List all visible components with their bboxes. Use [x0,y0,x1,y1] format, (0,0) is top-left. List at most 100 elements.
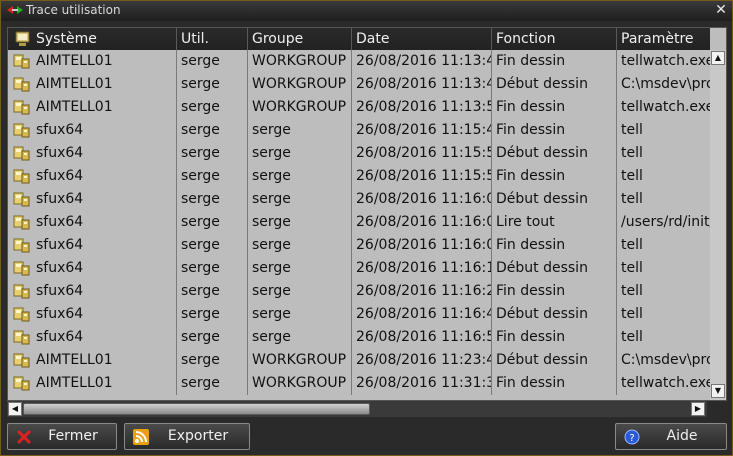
cell-parameter: tell [617,142,710,165]
cell-parameter: C:\msdev\proj [617,349,710,372]
cell-parameter: tell [617,280,710,303]
cell-function: Début dessin [492,142,617,165]
cell-parameter: tell [617,119,710,142]
cell-text: /users/rd/init/i [621,214,710,230]
cell-system: AIMTELL01 [8,73,177,96]
scroll-up-button[interactable]: ▲ [711,51,725,65]
cell-text: serge [181,329,220,345]
usage-grid[interactable]: Système Util. Groupe Date Fonction Param… [7,27,727,401]
table-row[interactable]: sfux64 serge serge 26/08/2016 11:16:06 Lire … [8,211,710,234]
cell-group: WORKGROUP [248,349,352,372]
cell-function: Fin dessin [492,372,617,395]
cell-text: sfux64 [36,306,84,322]
cell-user: serge [177,280,248,303]
scroll-left-button[interactable]: ◀ [8,402,22,416]
cell-text: serge [252,306,291,322]
cell-group: WORKGROUP [248,96,352,119]
vertical-scrollbar[interactable]: ▲ ▼ [710,50,726,400]
svg-text:?: ? [629,433,634,444]
cell-text: serge [181,191,220,207]
workstation-icon [13,145,30,161]
column-header-label: Date [356,31,390,47]
cell-group: WORKGROUP [248,372,352,395]
close-button[interactable]: Fermer [7,423,117,450]
help-button[interactable]: ? Aide [615,423,727,450]
table-row[interactable]: AIMTELL01 serge WORKGROUP 26/08/2016 11:13:… [8,50,710,73]
cell-parameter: tell [617,165,710,188]
cell-date: 26/08/2016 11:15:50 [352,142,492,165]
cell-text: tellwatch.exe [621,53,710,69]
column-header-parameter[interactable]: Paramètre [617,28,710,50]
cell-text: 26/08/2016 11:15:57 [356,168,492,184]
column-header-label: Paramètre [621,31,694,47]
horizontal-scroll-thumb[interactable] [23,403,370,415]
table-row[interactable]: AIMTELL01 serge WORKGROUP 26/08/2016 11:13:… [8,73,710,96]
table-row[interactable]: sfux64 serge serge 26/08/2016 11:16:05 Début… [8,188,710,211]
table-row[interactable]: sfux64 serge serge 26/08/2016 11:16:43 Début… [8,303,710,326]
cell-text: Fin dessin [496,283,566,299]
cell-text: Fin dessin [496,53,566,69]
table-row[interactable]: sfux64 serge serge 26/08/2016 11:15:57 Fin d… [8,165,710,188]
cell-text: serge [181,168,220,184]
cell-parameter: tell [617,326,710,349]
workstation-icon [13,122,30,138]
cell-user: serge [177,165,248,188]
cell-function: Fin dessin [492,119,617,142]
cell-parameter: tell [617,257,710,280]
scroll-down-button[interactable]: ▼ [711,384,725,398]
column-header-function[interactable]: Fonction [492,28,617,50]
workstation-icon [13,237,30,253]
cell-text: serge [252,191,291,207]
cell-text: Début dessin [496,76,588,92]
table-row[interactable]: sfux64 serge serge 26/08/2016 11:16:07 Fin d… [8,234,710,257]
cell-text: tell [621,145,643,161]
cell-text: serge [252,260,291,276]
table-row[interactable]: AIMTELL01 serge WORKGROUP 26/08/2016 11:13:… [8,96,710,119]
cell-user: serge [177,326,248,349]
column-header-user[interactable]: Util. [177,28,248,50]
cell-user: serge [177,50,248,73]
table-row[interactable]: AIMTELL01 serge WORKGROUP 26/08/2016 11:23:… [8,349,710,372]
cell-text: AIMTELL01 [36,53,113,69]
cell-group: serge [248,234,352,257]
cell-text: 26/08/2016 11:15:44 [356,122,492,138]
cell-text: WORKGROUP [252,99,347,115]
title-bar[interactable]: Trace utilisation ✕ [1,1,732,21]
cell-date: 26/08/2016 11:15:44 [352,119,492,142]
table-row[interactable]: sfux64 serge serge 26/08/2016 11:16:27 Fin d… [8,280,710,303]
cell-text: C:\msdev\proj [621,352,710,368]
export-button[interactable]: Exporter [124,423,250,450]
cell-group: serge [248,188,352,211]
column-header-group[interactable]: Groupe [248,28,352,50]
rss-feed-icon [133,429,149,445]
cell-text: serge [252,329,291,345]
horizontal-scrollbar[interactable]: ◀ ▶ [7,401,707,417]
cell-text: Début dessin [496,145,588,161]
cell-text: 26/08/2016 11:13:54 [356,99,492,115]
cell-text: serge [181,76,220,92]
cell-system: sfux64 [8,142,177,165]
table-row[interactable]: sfux64 serge serge 26/08/2016 11:16:57 Fin d… [8,326,710,349]
workstation-icon [13,283,30,299]
cell-text: serge [181,122,220,138]
column-header-date[interactable]: Date [352,28,492,50]
cell-system: AIMTELL01 [8,50,177,73]
table-row[interactable]: AIMTELL01 serge WORKGROUP 26/08/2016 11:31:… [8,372,710,395]
scroll-right-button[interactable]: ▶ [691,402,705,416]
cell-text: 26/08/2016 11:16:05 [356,191,492,207]
cell-group: serge [248,280,352,303]
cell-user: serge [177,96,248,119]
cell-text: serge [181,283,220,299]
cell-text: AIMTELL01 [36,352,113,368]
table-row[interactable]: sfux64 serge serge 26/08/2016 11:15:44 Fin d… [8,119,710,142]
cell-user: serge [177,211,248,234]
cell-text: sfux64 [36,122,84,138]
cell-text: tell [621,237,643,253]
table-row[interactable]: sfux64 serge serge 26/08/2016 11:15:50 Début… [8,142,710,165]
cell-text: tell [621,168,643,184]
cell-text: AIMTELL01 [36,99,113,115]
column-header-system[interactable]: Système [8,28,177,50]
close-icon[interactable]: ✕ [714,3,728,18]
table-row[interactable]: sfux64 serge serge 26/08/2016 11:16:13 Début… [8,257,710,280]
workstation-icon [13,375,30,391]
